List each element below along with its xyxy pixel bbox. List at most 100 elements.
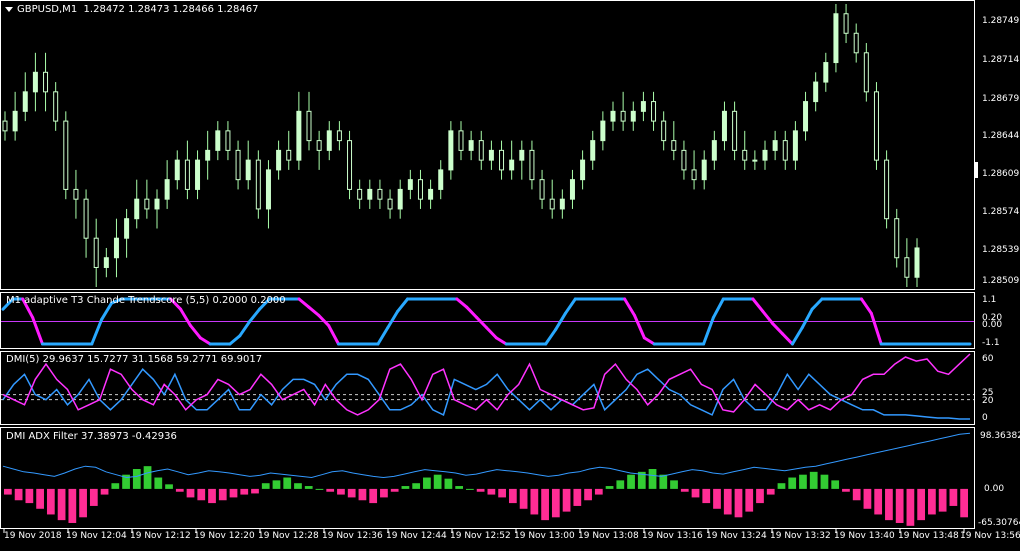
candle-body: [651, 101, 657, 122]
trendscore-segment: [711, 297, 725, 319]
dropdown-triangle-icon[interactable]: [5, 6, 13, 12]
time-tick-label: 19 Nov 13:16: [642, 531, 703, 541]
candle-body: [255, 159, 261, 210]
adx-histogram-bar: [777, 483, 786, 489]
adx-histogram-bar: [229, 488, 238, 498]
adx-histogram-bar: [519, 488, 528, 509]
candle-body: [276, 149, 282, 171]
symbol-header[interactable]: GBPUSD,M1 1.28472 1.28473 1.28466 1.2846…: [5, 4, 259, 15]
candle-body: [762, 149, 768, 161]
adx-histogram-bar: [315, 488, 324, 490]
main-pane-frame: [0, 0, 975, 290]
candle-body: [580, 159, 586, 181]
trendscore-segment: [485, 326, 498, 340]
candle-body: [306, 110, 312, 142]
adx-histogram-bar: [498, 488, 506, 498]
candle-body: [73, 188, 79, 200]
adx-histogram-bar: [208, 488, 216, 504]
candle-body: [691, 169, 697, 181]
trendscore-segment: [810, 297, 824, 311]
candle-body: [12, 110, 18, 132]
adx-histogram-bar: [670, 480, 678, 489]
price-tick-label: 1.28679: [982, 94, 1020, 104]
adx-indicator-label: DMI ADX Filter 37.38973 -0.42936: [6, 431, 177, 442]
adx-histogram-bar: [36, 488, 44, 509]
candle-body: [347, 140, 353, 190]
adx-histogram-bar: [4, 488, 12, 495]
candle-body: [83, 198, 89, 239]
candle-body: [458, 130, 464, 151]
trendscore-segment: [790, 326, 804, 346]
trendscore-segment: [563, 297, 577, 315]
chart-canvas[interactable]: [0, 0, 1020, 551]
trendscore-segment: [90, 317, 104, 346]
candle-body: [610, 110, 616, 122]
adx-histogram-bar: [508, 488, 517, 504]
candle-body: [661, 120, 667, 142]
adx-histogram-bar: [938, 488, 947, 512]
adx-histogram-bar: [154, 477, 163, 489]
time-tick-label: 19 Nov 12:36: [322, 531, 383, 541]
adx-histogram-bar: [25, 488, 34, 504]
candle-body: [914, 247, 920, 278]
dmi-indicator-label: DMI(5) 29.9637 15.7277 31.1568 59.2771 6…: [6, 354, 263, 365]
candle-body: [164, 179, 170, 200]
candle-body: [296, 110, 302, 161]
adx-histogram-bar: [852, 488, 861, 501]
candle-body: [620, 110, 626, 122]
adx-histogram-bar: [294, 483, 302, 489]
adx-histogram-bar: [89, 488, 98, 506]
adx-histogram-bar: [186, 488, 195, 498]
adx-histogram-bar: [272, 480, 281, 489]
time-tick-label: 19 Nov 13:48: [898, 531, 959, 541]
adx-tick-label: -65.30764: [978, 518, 1020, 528]
candle-body: [853, 32, 859, 54]
price-tick-label: 1.28714: [982, 55, 1020, 65]
candle-body: [144, 198, 150, 210]
candle-body: [326, 130, 332, 151]
pane-borders: [0, 0, 975, 529]
candle-body: [833, 13, 839, 64]
candle-body: [184, 159, 190, 190]
candle-body: [863, 52, 869, 93]
t3-tick-label: -1.1: [982, 338, 1000, 348]
candle-body: [671, 140, 677, 151]
adx-histogram-bar: [165, 484, 173, 489]
trendscore-segment: [248, 307, 262, 323]
time-tick-label: 19 Nov 13:00: [514, 531, 575, 541]
candle-body: [367, 188, 373, 200]
adx-tick-label: 98.36382: [980, 431, 1020, 441]
candle-body: [559, 198, 565, 210]
trendscore-segment: [869, 311, 883, 346]
adx-histogram-bar: [713, 488, 721, 509]
adx-histogram-bar: [369, 488, 378, 504]
trendscore-segment: [307, 305, 321, 317]
trendscore-segment: [188, 324, 202, 340]
candle-body: [549, 198, 555, 210]
candle-body: [286, 149, 292, 161]
adx-histogram-bar: [79, 488, 87, 518]
candle-body: [873, 91, 879, 161]
trendscore-segment: [475, 315, 488, 330]
candle-body: [590, 140, 596, 161]
candle-body: [195, 159, 201, 190]
candle-body: [428, 188, 434, 200]
candle-body: [539, 179, 545, 200]
adx-histogram-bar: [723, 488, 732, 515]
adx-histogram-bar: [809, 471, 818, 489]
adx-histogram-bar: [906, 488, 915, 526]
trendscore-segment: [781, 332, 794, 346]
trendscore-segment: [642, 336, 656, 346]
trendscore-segment: [317, 313, 331, 328]
adx-histogram-bar: [917, 488, 926, 521]
candle-body: [377, 188, 383, 200]
candle-body: [721, 110, 727, 142]
candle-body: [245, 159, 251, 181]
trendscore-segment: [198, 336, 212, 346]
time-tick-label: 19 Nov 2018: [4, 531, 62, 541]
adx-histogram-bar: [487, 488, 496, 495]
adx-histogram-bar: [57, 488, 66, 521]
t3-indicator-label: M1 adaptive T3 Chande Trendscore (5,5) 0…: [6, 295, 286, 306]
adx-histogram-bar: [766, 488, 775, 495]
candle-body: [53, 91, 59, 122]
